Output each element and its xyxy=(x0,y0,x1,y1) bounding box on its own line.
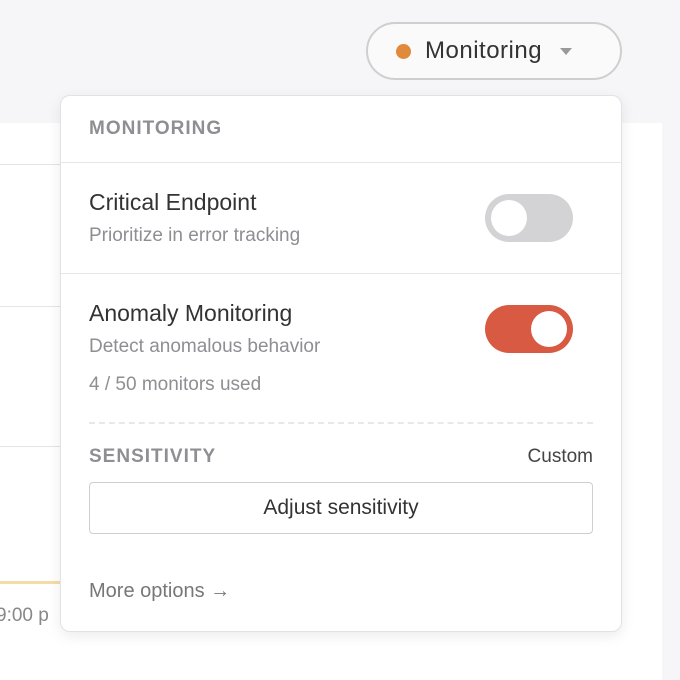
adjust-sensitivity-button[interactable]: Adjust sensitivity xyxy=(89,482,593,534)
critical-endpoint-description: Prioritize in error tracking xyxy=(89,225,301,246)
sensitivity-value: Custom xyxy=(527,446,593,467)
chart-time-label: 9:00 p xyxy=(0,605,49,626)
dashed-divider xyxy=(89,422,593,424)
more-options-link[interactable]: More options → xyxy=(89,580,230,603)
critical-endpoint-toggle[interactable] xyxy=(485,194,573,242)
anomaly-monitoring-title: Anomaly Monitoring xyxy=(89,300,293,326)
monitoring-dropdown: MONITORING Critical Endpoint Prioritize … xyxy=(60,95,622,632)
critical-endpoint-title: Critical Endpoint xyxy=(89,189,257,215)
critical-endpoint-row: Critical Endpoint Prioritize in error tr… xyxy=(61,163,621,274)
dropdown-header: MONITORING xyxy=(61,96,621,163)
table-row-divider xyxy=(0,306,62,307)
monitors-usage: 4 / 50 monitors used xyxy=(89,374,262,395)
section-heading-sensitivity: SENSITIVITY xyxy=(89,446,217,467)
anomaly-monitoring-description: Detect anomalous behavior xyxy=(89,336,321,357)
section-heading-monitoring: MONITORING xyxy=(89,118,223,139)
toggle-knob xyxy=(491,200,527,236)
chart-line xyxy=(0,581,62,584)
toggle-knob xyxy=(531,311,567,347)
anomaly-monitoring-row: Anomaly Monitoring Detect anomalous beha… xyxy=(61,274,621,424)
chevron-down-icon xyxy=(560,47,573,55)
sensitivity-header: SENSITIVITY Custom xyxy=(89,446,593,468)
anomaly-monitoring-toggle[interactable] xyxy=(485,305,573,353)
table-row-divider xyxy=(0,164,62,165)
page: 9:00 p Monitoring MONITORING Critical En… xyxy=(0,0,680,680)
table-row-divider xyxy=(0,446,62,447)
status-label: Monitoring xyxy=(425,37,543,64)
status-dot xyxy=(396,43,411,59)
monitoring-status-button[interactable]: Monitoring xyxy=(366,22,622,80)
